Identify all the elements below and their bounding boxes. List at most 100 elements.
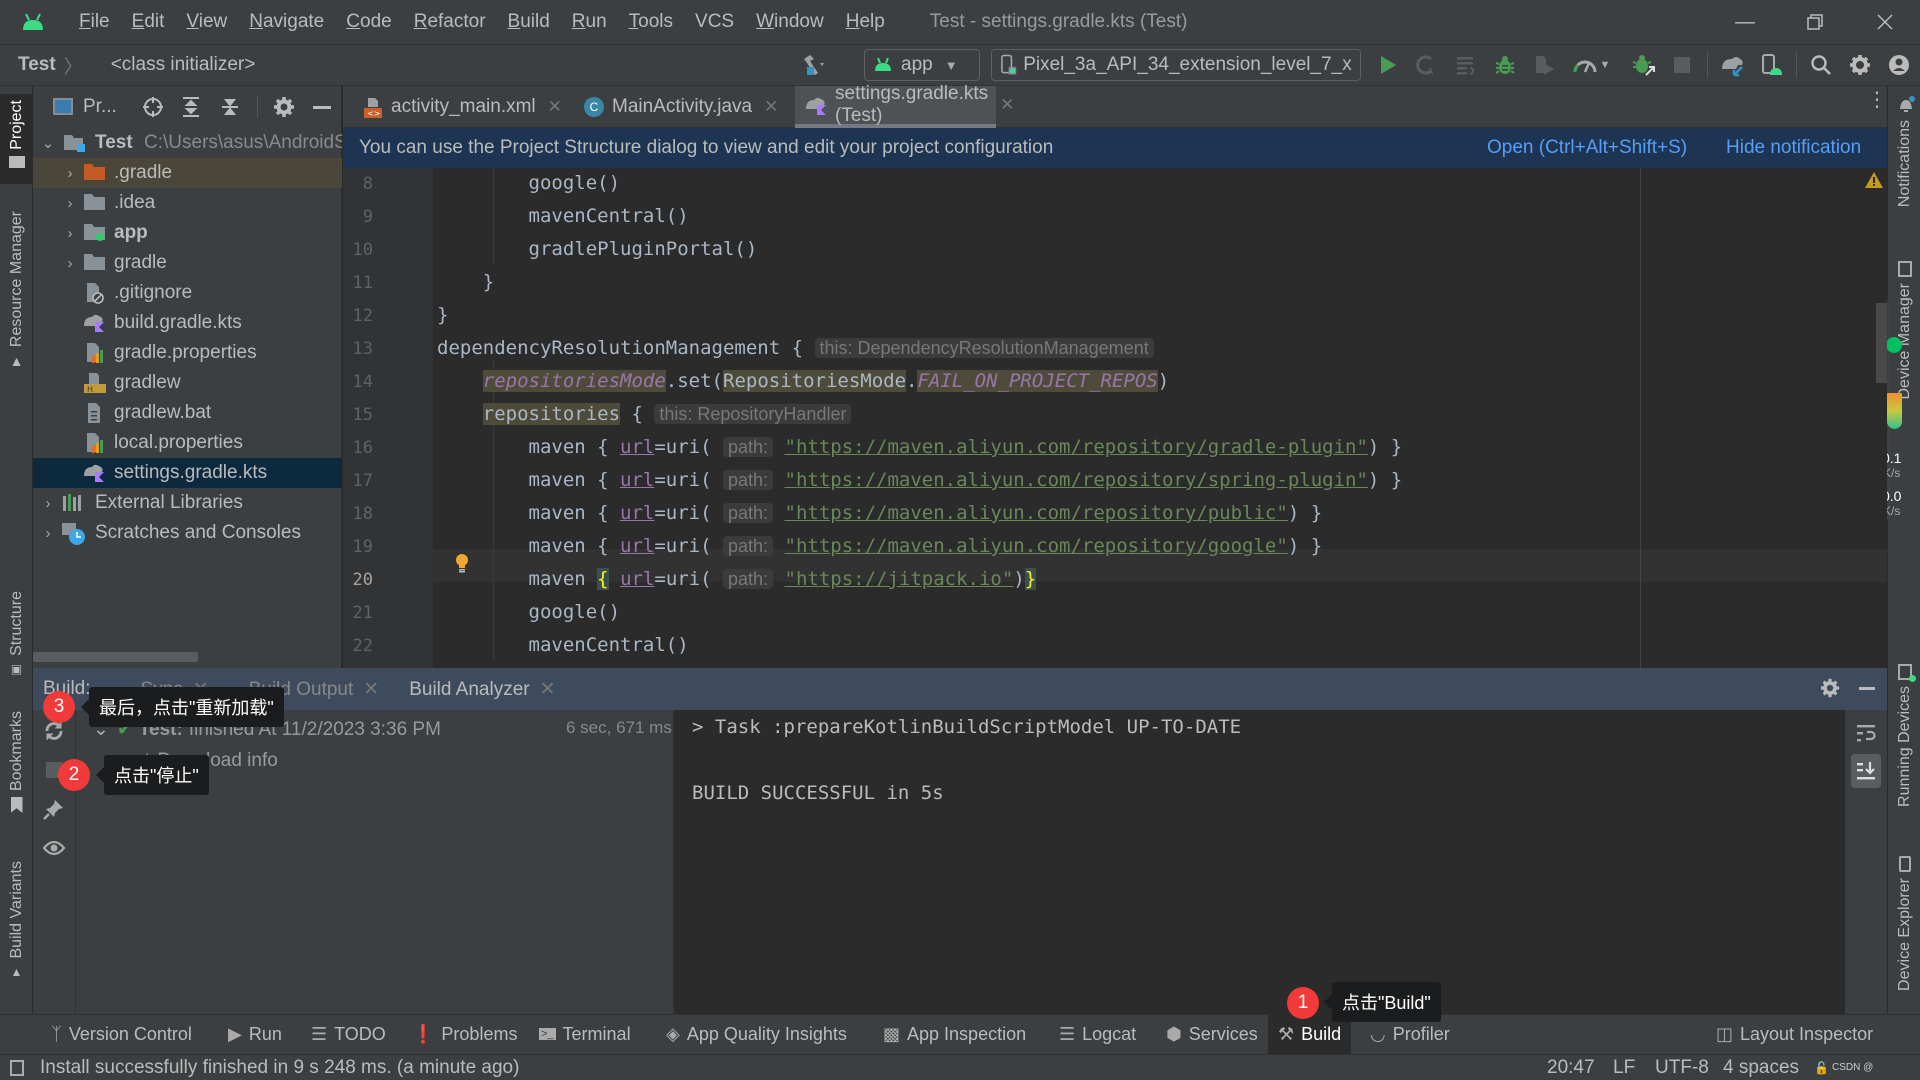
menu-file[interactable]: File <box>68 0 121 44</box>
view-options-button[interactable] <box>43 840 65 856</box>
open-project-structure-link[interactable]: Open (Ctrl+Alt+Shift+S) <box>1487 137 1687 159</box>
menu-view[interactable]: View <box>175 0 238 44</box>
tab-options-button[interactable]: ⋮ <box>1867 90 1887 110</box>
file-encoding[interactable]: UTF-8 <box>1655 1057 1709 1079</box>
close-window-button[interactable] <box>1850 0 1920 44</box>
caret-position[interactable]: 20:47 <box>1547 1057 1595 1079</box>
soft-wrap-button[interactable] <box>1855 722 1877 744</box>
toolwindow-app-inspection[interactable]: ▩ App Inspection <box>877 1014 1032 1054</box>
toolwindow-logcat[interactable]: ☰ Logcat <box>1053 1014 1142 1054</box>
toolwindow-problems[interactable]: ❗ Problems <box>406 1014 523 1054</box>
expand-all-button[interactable] <box>180 96 202 118</box>
tree-item[interactable]: .gitignore <box>33 278 342 308</box>
tree-root-test[interactable]: ⌄ Test C:\Users\asus\AndroidS <box>33 128 342 158</box>
minimize-button[interactable]: — <box>1710 0 1780 44</box>
close-tab-icon[interactable]: ✕ <box>548 97 562 117</box>
menu-tools[interactable]: Tools <box>618 0 684 44</box>
build-console-output[interactable]: > Task :prepareKotlinBuildScriptModel UP… <box>673 710 1845 1014</box>
toolwindow-services[interactable]: ⬢ Services <box>1160 1014 1264 1054</box>
horizontal-scrollbar[interactable] <box>33 652 198 662</box>
code-editor[interactable]: 8 9 10 11 12 13 14 15 16 17 18 19 20 21 22 google() ma… <box>343 168 1887 668</box>
stripe-tab-project[interactable]: Project <box>0 94 33 184</box>
project-options-button[interactable] <box>273 96 295 118</box>
device-dropdown[interactable]: Pixel_3a_API_34_extension_level_7_x... <box>991 49 1361 81</box>
tree-item[interactable]: local.properties <box>33 428 342 458</box>
inspection-warning-indicator[interactable] <box>1865 172 1883 188</box>
menu-run[interactable]: Run <box>561 0 618 44</box>
apply-changes-restart-button[interactable]: A <box>1411 50 1441 80</box>
menu-navigate[interactable]: Navigate <box>238 0 335 44</box>
locate-file-button[interactable] <box>142 96 164 118</box>
stripe-tab-running-devices[interactable]: Running Devices <box>1888 664 1920 807</box>
toolwindow-layout-inspector[interactable]: ◫ Layout Inspector <box>1710 1014 1879 1054</box>
menu-vcs[interactable]: VCS <box>684 0 745 44</box>
apply-code-changes-button[interactable] <box>1451 50 1481 80</box>
tree-item[interactable]: gradlew.bat <box>33 398 342 428</box>
build-options-button[interactable] <box>1820 678 1840 698</box>
stripe-tab-device-manager[interactable]: Device Manager <box>1888 261 1920 400</box>
toolwindow-terminal[interactable]: >_ Terminal <box>533 1014 637 1054</box>
make-project-button[interactable] <box>798 50 828 80</box>
stripe-tab-notifications[interactable]: Notifications <box>1888 96 1920 207</box>
device-manager-button[interactable] <box>1757 50 1787 80</box>
run-config-dropdown[interactable]: app ▼ <box>864 49 980 81</box>
chevron-right-icon[interactable]: › <box>63 225 77 242</box>
tree-item[interactable]: build.gradle.kts <box>33 308 342 338</box>
chevron-right-icon[interactable]: › <box>63 165 77 182</box>
tree-item[interactable]: › .gradle <box>33 158 342 188</box>
tree-external-libraries[interactable]: › External Libraries <box>33 488 342 518</box>
restore-button[interactable] <box>1780 0 1850 44</box>
hide-panel-button[interactable] <box>313 106 331 109</box>
menu-code[interactable]: Code <box>335 0 402 44</box>
menu-build[interactable]: Build <box>497 0 561 44</box>
hide-notification-link[interactable]: Hide notification <box>1726 137 1861 159</box>
stop-button[interactable] <box>1667 50 1697 80</box>
indent-setting[interactable]: 4 spaces <box>1723 1057 1799 1079</box>
scroll-to-end-button[interactable] <box>1851 754 1881 788</box>
breadcrumb-project[interactable]: Test <box>18 54 56 76</box>
toolwindow-todo[interactable]: ☰ TODO <box>305 1014 392 1054</box>
menu-edit[interactable]: Edit <box>121 0 176 44</box>
debug-button[interactable] <box>1490 50 1520 80</box>
chevron-right-icon[interactable]: › <box>63 255 77 272</box>
editor-scrollbar-thumb[interactable] <box>1876 303 1887 383</box>
settings-button[interactable] <box>1845 50 1875 80</box>
toolwindow-version-control[interactable]: ᛉ Version Control <box>45 1014 198 1054</box>
toolwindow-run[interactable]: ▶ Run <box>222 1014 288 1054</box>
tree-scratches[interactable]: › Scratches and Consoles <box>33 518 342 548</box>
project-view-selector[interactable]: Pr... <box>83 96 117 118</box>
close-tab-icon[interactable]: ✕ <box>540 679 556 700</box>
close-tab-icon[interactable]: ✕ <box>363 679 379 700</box>
tab-mainactivity-java[interactable]: C MainActivity.java ✕ <box>574 86 788 128</box>
sync-gradle-button[interactable] <box>1718 50 1748 80</box>
tree-item[interactable]: › gradle <box>33 248 342 278</box>
stripe-tab-build-variants[interactable]: Build Variants ▲ <box>0 861 33 979</box>
stripe-tab-structure[interactable]: Structure ▣ <box>0 591 33 676</box>
tree-item[interactable]: › .idea <box>33 188 342 218</box>
close-tab-icon[interactable]: ✕ <box>1000 95 1014 115</box>
intention-bulb-button[interactable] <box>455 553 469 573</box>
account-button[interactable] <box>1884 50 1914 80</box>
stripe-tab-device-explorer[interactable]: Device Explorer <box>1888 856 1920 991</box>
stripe-tab-resource-manager[interactable]: Resource Manager ▲ <box>0 211 33 369</box>
search-everywhere-button[interactable] <box>1806 50 1836 80</box>
menu-help[interactable]: Help <box>835 0 896 44</box>
collapse-all-button[interactable] <box>219 96 241 118</box>
lock-icon[interactable]: 🔓 <box>1814 1061 1829 1075</box>
tree-item[interactable]: settings.gradle.kts <box>33 458 342 488</box>
stripe-tab-bookmarks[interactable]: Bookmarks <box>0 711 33 814</box>
toggle-tool-windows-icon[interactable] <box>10 1059 24 1076</box>
tree-item[interactable]: gradle.properties <box>33 338 342 368</box>
profile-button[interactable] <box>1570 50 1600 80</box>
tree-item[interactable]: Hgradlew <box>33 368 342 398</box>
menu-refactor[interactable]: Refactor <box>403 0 497 44</box>
close-tab-icon[interactable]: ✕ <box>764 97 778 117</box>
reload-sync-button[interactable] <box>43 720 65 742</box>
tab-build-analyzer[interactable]: Build Analyzer ✕ <box>409 678 555 701</box>
run-with-coverage-button[interactable] <box>1529 50 1559 80</box>
menu-window[interactable]: Window <box>745 0 835 44</box>
tab-settings-gradle-kts[interactable]: settings.gradle.kts (Test) ✕ <box>795 83 1014 128</box>
toolwindow-app-quality-insights[interactable]: ◈ App Quality Insights <box>660 1014 853 1054</box>
profile-dropdown[interactable]: ▼ <box>1597 50 1613 80</box>
breadcrumb-item[interactable]: <class initializer> <box>111 54 256 76</box>
